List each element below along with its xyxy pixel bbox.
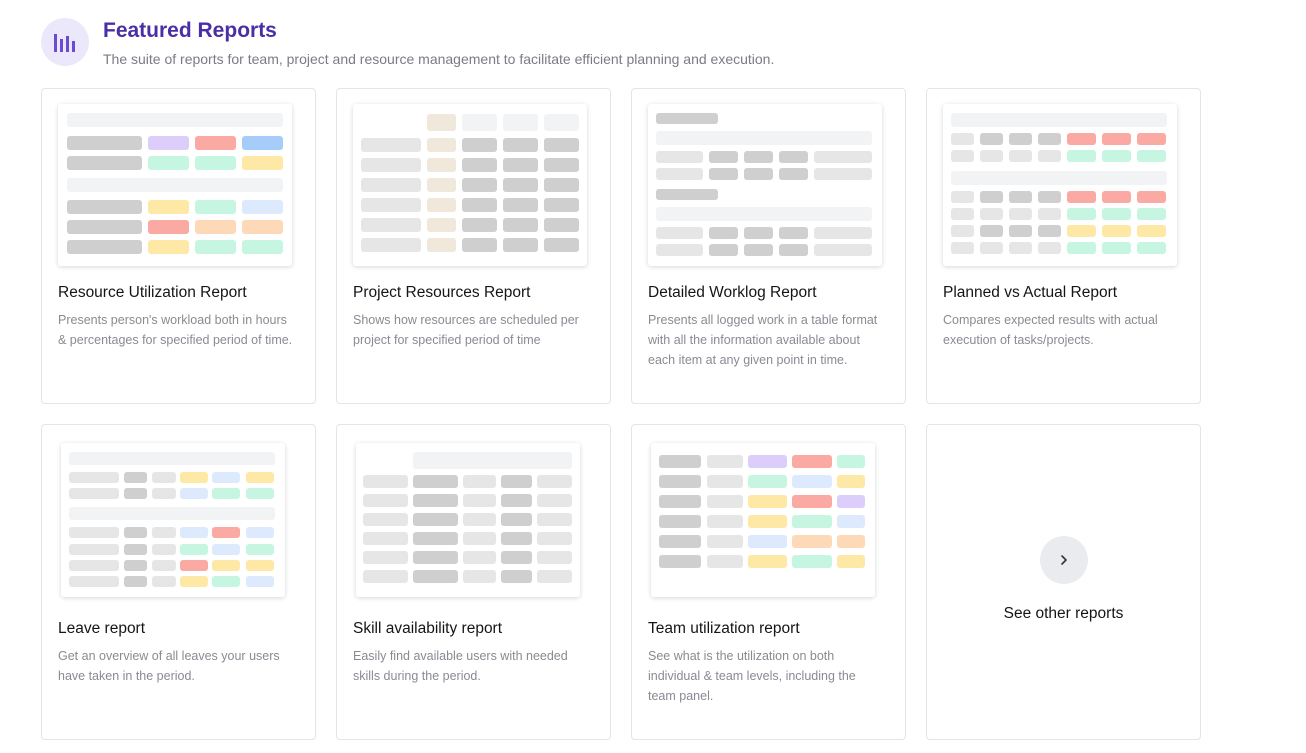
report-card-skill-availability[interactable]: Skill availability report Easily find av… <box>336 424 611 740</box>
report-preview <box>648 104 882 266</box>
page-subtitle: The suite of reports for team, project a… <box>103 51 775 67</box>
report-title: Team utilization report <box>648 620 800 637</box>
report-preview <box>353 104 587 266</box>
see-other-reports-card[interactable]: See other reports <box>926 424 1201 740</box>
report-card-detailed-worklog[interactable]: Detailed Worklog Report Presents all log… <box>631 88 906 404</box>
report-card-resource-utilization[interactable]: Resource Utilization Report Presents per… <box>41 88 316 404</box>
report-title: Resource Utilization Report <box>58 284 247 301</box>
report-title: Detailed Worklog Report <box>648 284 817 301</box>
report-card-leave[interactable]: Leave report Get an overview of all leav… <box>41 424 316 740</box>
report-preview <box>651 443 875 597</box>
report-title: Planned vs Actual Report <box>943 284 1118 301</box>
report-description: Presents person's workload both in hours… <box>58 313 293 347</box>
report-title: Project Resources Report <box>353 284 531 301</box>
report-preview <box>61 443 285 597</box>
report-title: Leave report <box>58 620 146 637</box>
report-description: Get an overview of all leaves your users… <box>58 649 280 683</box>
page-header: Featured Reports The suite of reports fo… <box>41 18 1241 68</box>
report-card-team-utilization[interactable]: Team utilization report See what is the … <box>631 424 906 740</box>
report-description: See what is the utilization on both indi… <box>648 649 856 703</box>
chevron-right-icon[interactable] <box>1040 536 1088 584</box>
see-other-reports-label: See other reports <box>1003 605 1124 622</box>
report-card-planned-vs-actual[interactable]: Planned vs Actual Report Compares expect… <box>926 88 1201 404</box>
page-title: Featured Reports <box>103 19 277 42</box>
report-description: Easily find available users with needed … <box>353 649 568 683</box>
report-description: Shows how resources are scheduled per pr… <box>353 313 579 347</box>
report-preview <box>943 104 1177 266</box>
report-description: Compares expected results with actual ex… <box>943 313 1158 347</box>
report-title: Skill availability report <box>353 620 503 637</box>
report-preview <box>356 443 580 597</box>
report-preview <box>58 104 292 266</box>
bar-chart-icon <box>41 18 89 66</box>
report-description: Presents all logged work in a table form… <box>648 313 878 367</box>
report-card-project-resources[interactable]: Project Resources Report Shows how resou… <box>336 88 611 404</box>
